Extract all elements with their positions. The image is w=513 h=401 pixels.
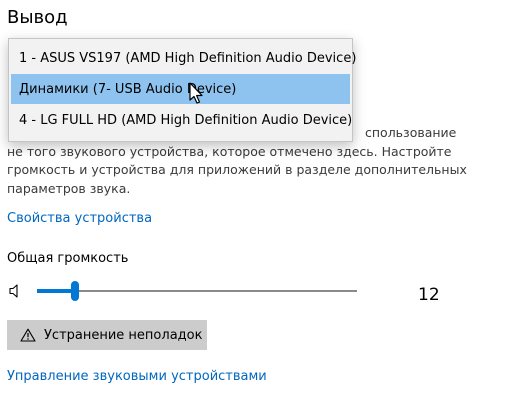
master-volume-slider[interactable] (37, 281, 357, 301)
slider-fill (37, 289, 76, 293)
output-device-dropdown[interactable]: 1 - ASUS VS197 (AMD High Definition Audi… (8, 38, 356, 142)
manage-sound-devices-link[interactable]: Управление звуковыми устройствами (7, 368, 267, 386)
speaker-icon[interactable] (8, 283, 26, 299)
slider-thumb[interactable] (71, 281, 80, 301)
dropdown-option[interactable]: Динамики (7- USB Audio Device) (11, 74, 350, 104)
master-volume-label: Общая громкость (7, 251, 129, 266)
troubleshoot-button[interactable]: Устранение неполадок (7, 320, 207, 350)
description-line: не того звукового устройства, которое от… (7, 143, 452, 159)
warning-icon (20, 328, 36, 342)
slider-track (37, 290, 357, 292)
device-properties-link[interactable]: Свойства устройства (7, 210, 152, 228)
troubleshoot-button-label: Устранение неполадок (44, 327, 203, 343)
volume-value: 12 (418, 285, 440, 305)
dropdown-option[interactable]: 4 - LG FULL HD (AMD High Definition Audi… (11, 105, 352, 135)
description-line: параметров звука. (7, 180, 131, 196)
dropdown-option[interactable]: 1 - ASUS VS197 (AMD High Definition Audi… (11, 43, 356, 73)
description-line: громкость и устройства для приложений в … (7, 162, 467, 177)
section-title: Вывод (7, 7, 68, 28)
